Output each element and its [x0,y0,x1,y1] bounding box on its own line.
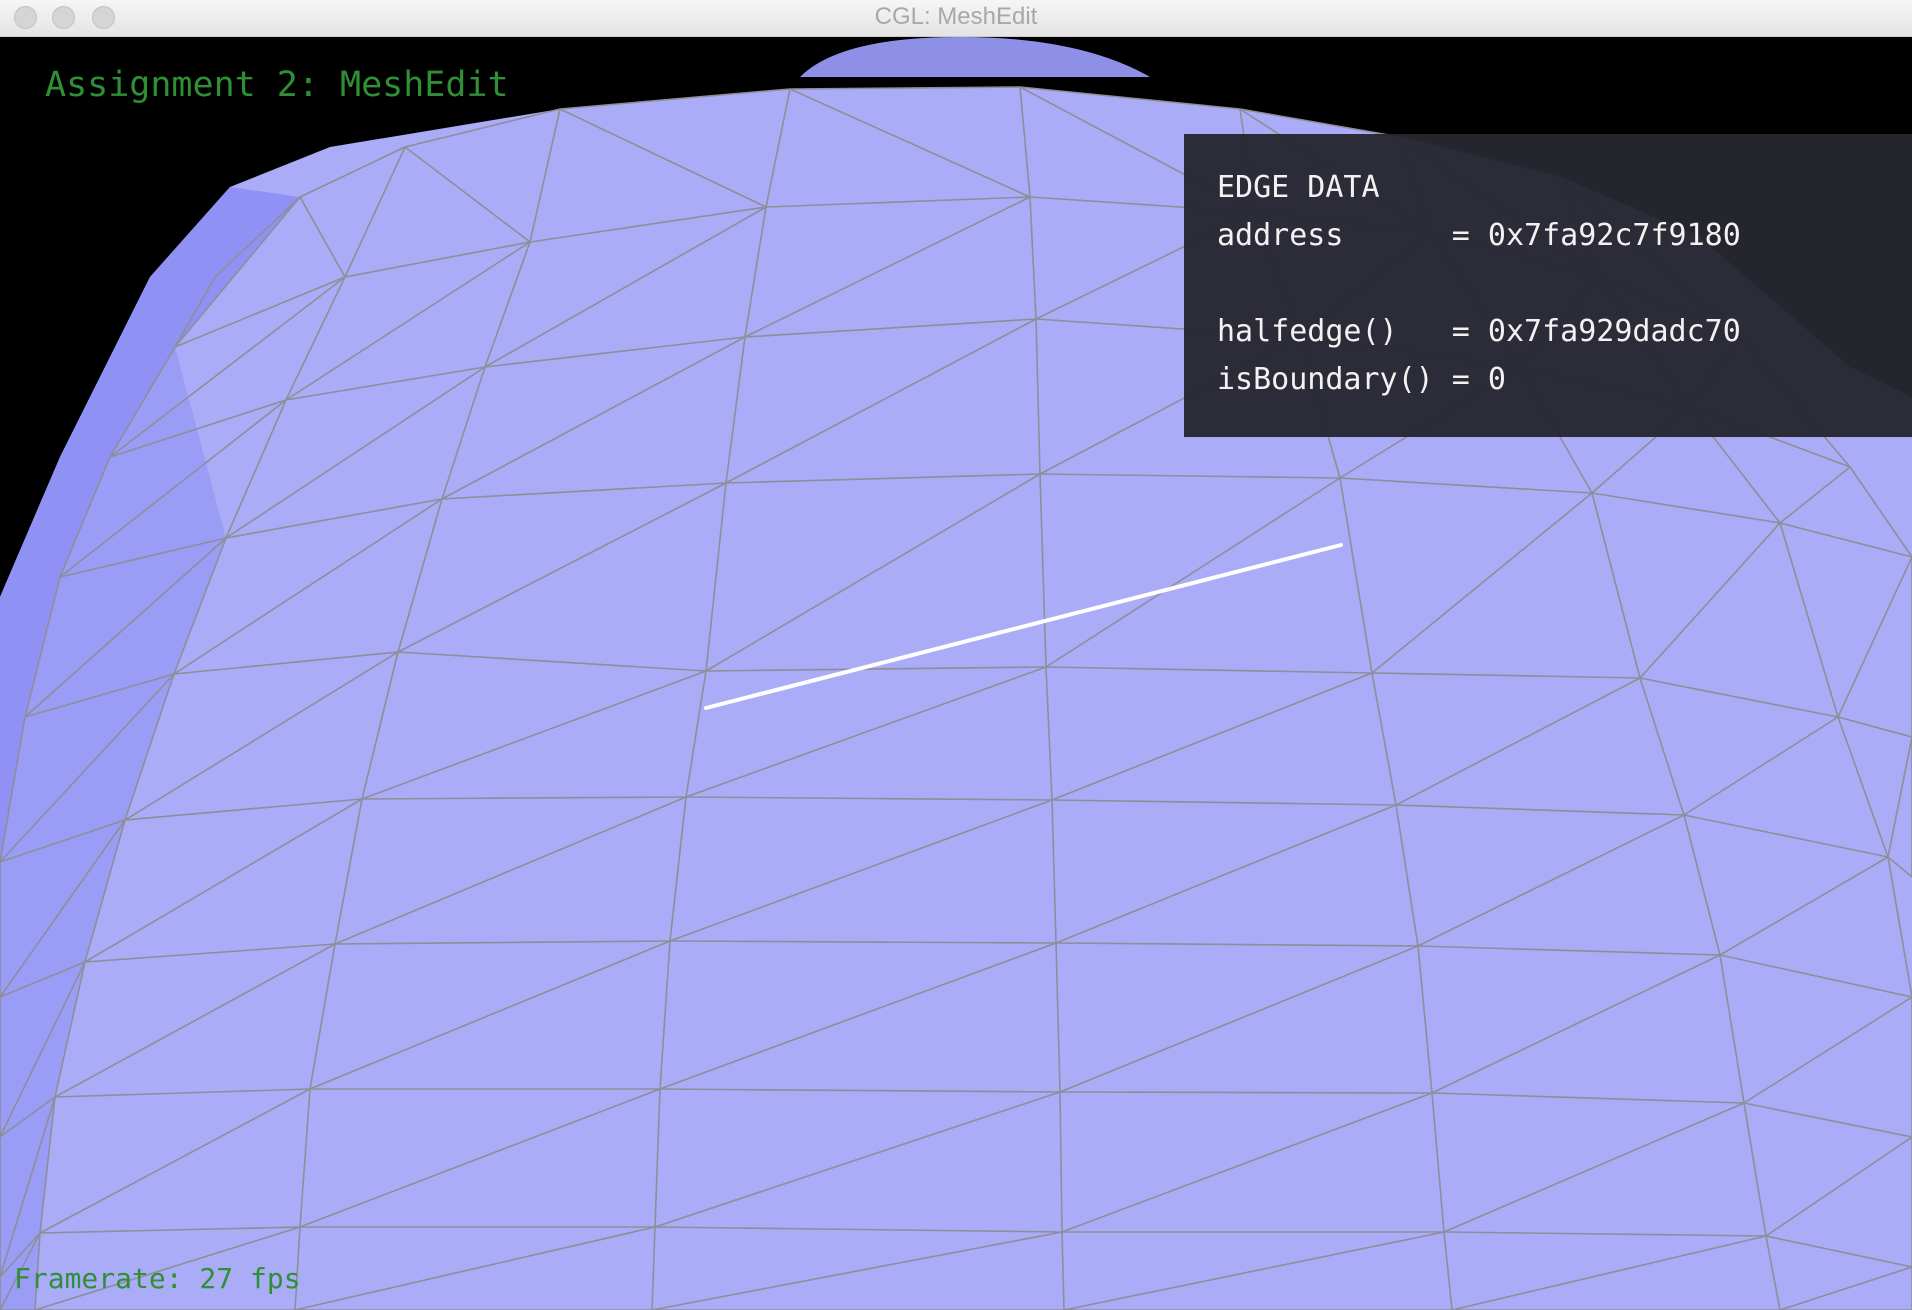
edge-data-heading: EDGE DATA [1217,170,1380,205]
edge-is-boundary: isBoundary() = 0 [1217,362,1506,397]
edge-address: address = 0x7fa92c7f9180 [1217,218,1741,253]
edge-blank-line [1217,260,1912,308]
edge-halfedge: halfedge() = 0x7fa929dadc70 [1217,314,1741,349]
edge-data-panel: EDGE DATA address = 0x7fa92c7f9180 halfe… [1184,134,1912,437]
mesh-viewport[interactable]: Assignment 2: MeshEdit Framerate: 27 fps… [0,37,1912,1310]
window-titlebar: CGL: MeshEdit [0,0,1912,37]
assignment-title: Assignment 2: MeshEdit [45,65,509,105]
window-title: CGL: MeshEdit [874,3,1038,30]
framerate-label: Framerate: 27 fps [14,1262,301,1295]
